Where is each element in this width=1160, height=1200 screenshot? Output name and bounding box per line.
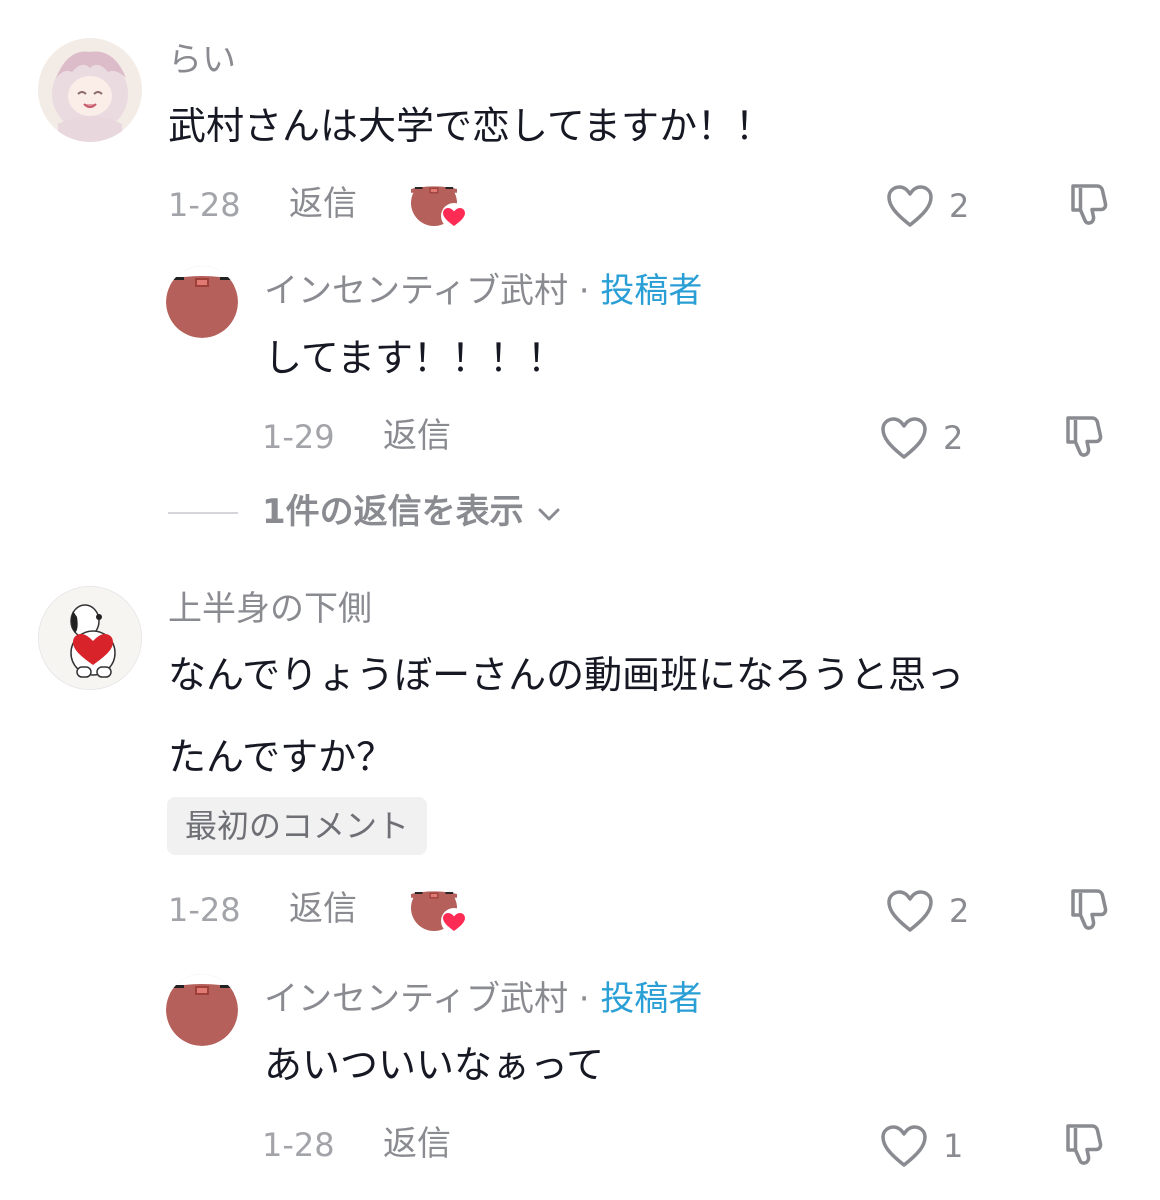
thumb-down-icon [1058,1120,1106,1168]
like-button[interactable] [886,184,934,228]
like-button[interactable] [880,416,928,460]
like-count: 2 [943,419,964,457]
reply-username-row: インセンティブ武村 · 投稿者 [264,274,702,308]
chevron-down-icon [538,508,560,520]
reply-text: してます！！！！ [264,336,565,380]
reply-button[interactable]: 返信 [383,419,451,453]
anime-girl-avatar-icon [38,38,142,142]
comment-text-line-1: なんでりょうぼーさんの動画班になろうと思っ [168,653,965,697]
reply-username[interactable]: インセンティブ武村 [264,271,568,311]
avatar[interactable] [38,38,142,142]
heart-icon [886,184,934,228]
like-button[interactable] [886,889,934,933]
dislike-button[interactable] [1063,885,1111,933]
creator-tag: 投稿者 [600,979,703,1019]
creator-tag: 投稿者 [600,271,703,311]
view-replies-divider [168,512,238,514]
like-button[interactable] [880,1124,928,1168]
creator-avatar-icon [166,974,238,1046]
heart-icon [880,1124,928,1168]
comment-date: 1-28 [168,891,241,929]
creator-avatar-icon [166,266,238,338]
comment-text: 武村さんは大学で恋してますか！！ [168,104,773,148]
creator-liked-icon [411,885,467,934]
dislike-button[interactable] [1063,180,1111,228]
creator-liked-badge [411,180,471,232]
thumb-down-icon [1063,180,1111,228]
creator-liked-icon [411,180,467,229]
reply-username[interactable]: インセンティブ武村 [264,979,568,1019]
avatar[interactable] [166,974,238,1046]
heart-icon [886,889,934,933]
like-count: 2 [949,892,970,930]
like-count: 2 [949,187,970,225]
comment-date: 1-28 [168,186,241,224]
avatar[interactable] [38,586,142,690]
first-comment-badge: 最初のコメント [167,797,428,855]
thumb-down-icon [1063,885,1111,933]
avatar[interactable] [166,266,238,338]
reply-date: 1-29 [262,418,335,456]
reply-button[interactable]: 返信 [289,187,357,221]
comment-username[interactable]: 上半身の下側 [168,592,372,626]
reply-date: 1-28 [262,1126,335,1164]
comment-username[interactable]: らい [168,43,236,77]
snoopy-heart-avatar-icon [39,587,141,689]
comment-text-line-2: たんですか？ [168,735,395,779]
heart-icon [880,416,928,460]
separator-dot: · [578,979,590,1019]
reply-button[interactable]: 返信 [289,892,357,926]
thumb-down-icon [1058,412,1106,460]
reply-text: あいついいなぁって [264,1043,605,1087]
reply-username-row: インセンティブ武村 · 投稿者 [264,982,702,1016]
creator-liked-badge [411,885,471,937]
view-replies-button[interactable]: 1件の返信を表示 [262,495,562,529]
dislike-button[interactable] [1058,1120,1106,1168]
like-count: 1 [943,1127,964,1165]
reply-button[interactable]: 返信 [383,1127,451,1161]
dislike-button[interactable] [1058,412,1106,460]
view-replies-label: 1件の返信を表示 [262,492,524,532]
separator-dot: · [578,271,590,311]
